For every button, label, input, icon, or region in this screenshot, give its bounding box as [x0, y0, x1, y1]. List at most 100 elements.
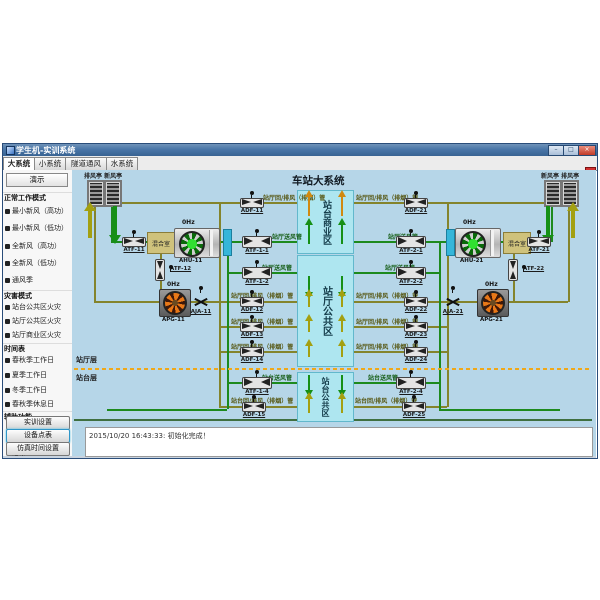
sensor-icon	[409, 260, 413, 264]
exhaust-trunk-arrow	[571, 210, 575, 238]
mode-icon	[5, 226, 10, 231]
damper-adf-13[interactable]: ADF-13	[240, 322, 264, 332]
exhaust-flow-arrow	[308, 398, 310, 413]
damper-adf-24[interactable]: ADF-24	[404, 347, 428, 357]
sidebar-item-fullfresh-low[interactable]: 全新风（低功）	[2, 258, 73, 268]
sensor-icon	[409, 370, 413, 374]
damper-label: ADF-21	[405, 208, 427, 214]
window-titlebar[interactable]	[2, 143, 598, 157]
sensor-icon	[414, 315, 418, 319]
minimize-button[interactable]: –	[548, 145, 564, 156]
damper-label: ADF-23	[405, 332, 427, 338]
exhaust-flow-arrow	[308, 345, 310, 357]
damper-atf-1-4[interactable]: ATF-1-4	[242, 377, 272, 389]
sidebar-item-vent-season[interactable]: 通风季	[2, 275, 73, 285]
tab-small-system[interactable]: 小系统	[34, 157, 66, 170]
sidebar-item-commercial-fire[interactable]: 站厅商业区火灾	[2, 330, 73, 340]
calendar-icon	[5, 358, 10, 363]
sensor-icon	[414, 340, 418, 344]
supply-flow-arrow	[308, 375, 310, 391]
damper-adf-23[interactable]: ADF-23	[404, 322, 428, 332]
sidebar-item-springfall-workday[interactable]: 春秋季工作日	[2, 355, 73, 365]
damper-label: ADF-11	[241, 208, 263, 214]
sidebar-item-hall-fire[interactable]: 站厅公共区火灾	[2, 316, 73, 326]
platform-floor-label: 站台层	[76, 373, 97, 383]
damper-atf-1-2[interactable]: ATF-1-2	[242, 267, 272, 279]
sidebar-item-minfresh-low[interactable]: 最小新风（低功）	[2, 223, 73, 233]
damper-atf-22[interactable]: ATF-22	[508, 259, 518, 281]
item-label: 最小新风（低功）	[12, 224, 68, 232]
sidebar-item-winter-workday[interactable]: 冬季工作日	[2, 385, 73, 395]
damper-atf-2-2[interactable]: ATF-2-2	[396, 267, 426, 279]
sensor-icon	[250, 290, 254, 294]
sidebar-item-springfall-restday[interactable]: 春秋季休息日	[2, 399, 73, 409]
sidebar-item-fullfresh-high[interactable]: 全新风（高功）	[2, 241, 73, 251]
sidebar-item-summer-workday[interactable]: 夏季工作日	[2, 370, 73, 380]
sensor-icon	[169, 265, 173, 269]
damper-label: ATF-1-2	[245, 279, 268, 285]
damper-atf-12[interactable]: ATF-12	[155, 259, 165, 281]
damper-label: ATF-11	[123, 247, 144, 253]
calendar-icon	[5, 373, 10, 378]
supply-flow-arrow	[308, 224, 310, 244]
mode-icon	[5, 244, 10, 249]
exhaust-flow-arrow	[341, 398, 343, 413]
sensor-icon	[451, 286, 455, 290]
section-normal-mode: 正常工作模式	[2, 192, 73, 203]
item-label: 站台公共区火灾	[12, 303, 61, 311]
section-schedule: 时间表	[2, 343, 73, 354]
maximize-button[interactable]: □	[563, 145, 579, 156]
damper-label: ADF-13	[241, 332, 263, 338]
duct-platform-supply-branch-left	[107, 409, 227, 411]
sidebar-item-platform-fire[interactable]: 站台公共区火灾	[2, 302, 73, 312]
damper-atf-1-1[interactable]: ATF-1-1	[242, 236, 272, 248]
item-label: 全新风（高功）	[12, 242, 61, 250]
floor-divider-line	[74, 368, 592, 370]
tab-tunnel-vent[interactable]: 隧道通风	[65, 157, 107, 170]
sidebar-item-minfresh-high[interactable]: 最小新风（高功）	[2, 206, 73, 216]
item-label: 全新风（低功）	[12, 259, 61, 267]
damper-label: ATF-12	[170, 266, 191, 272]
close-button[interactable]: ×	[578, 145, 596, 156]
valve-aja-21[interactable]: AJA-21	[445, 296, 461, 308]
damper-label: ADF-24	[405, 357, 427, 363]
item-label: 站厅公共区火灾	[12, 317, 61, 325]
exhaust-trunk-right	[568, 202, 570, 302]
valve-aja-11[interactable]: AJA-11	[193, 296, 209, 308]
damper-label: ATF-22	[523, 266, 544, 272]
damper-atf-2-1[interactable]: ATF-2-1	[396, 236, 426, 248]
damper-label: ADF-25	[403, 412, 425, 418]
silencer-icon	[223, 229, 232, 256]
silencer-icon	[446, 229, 455, 256]
damper-atf-21[interactable]: ATF-21	[527, 237, 551, 247]
supply-riser-left	[227, 241, 229, 409]
damper-adf-25[interactable]: ADF-25	[402, 402, 426, 412]
fire-icon	[5, 305, 10, 310]
damper-atf-2-4[interactable]: ATF-2-4	[396, 377, 426, 389]
damper-adf-21[interactable]: ADF-21	[404, 198, 428, 208]
pavilion-labels-right: 新风亭 排风亭	[541, 171, 579, 180]
valve-label: AJA-21	[443, 309, 464, 315]
supply-riser-right	[439, 241, 441, 409]
sensor-icon	[522, 265, 526, 269]
window-title: 学生机-实训系统	[16, 145, 75, 156]
tab-water-system[interactable]: 水系统	[106, 157, 138, 170]
device-point-table-button[interactable]: 设备点表	[6, 429, 70, 443]
damper-adf-15[interactable]: ADF-15	[242, 402, 266, 412]
damper-adf-14[interactable]: ADF-14	[240, 347, 264, 357]
tab-big-system[interactable]: 大系统	[3, 157, 35, 171]
damper-atf-11[interactable]: ATF-11	[122, 237, 146, 247]
fan-impeller-icon	[460, 231, 486, 257]
frequency-readout: 0Hz	[485, 281, 498, 288]
frequency-readout: 0Hz	[167, 281, 180, 288]
damper-adf-12[interactable]: ADF-12	[240, 297, 264, 307]
duct-label: 站厅回/排风（排烟）管	[263, 193, 325, 202]
exhaust-trunk-left	[94, 202, 96, 302]
damper-adf-11[interactable]: ADF-11	[240, 198, 264, 208]
exhaust-flow-arrow	[341, 320, 343, 332]
demo-header[interactable]: 演示	[6, 173, 68, 187]
mode-icon	[5, 209, 10, 214]
training-settings-button[interactable]: 实训设置	[6, 416, 70, 430]
fresh-trunk-arrow	[546, 206, 550, 236]
damper-adf-22[interactable]: ADF-22	[404, 297, 428, 307]
